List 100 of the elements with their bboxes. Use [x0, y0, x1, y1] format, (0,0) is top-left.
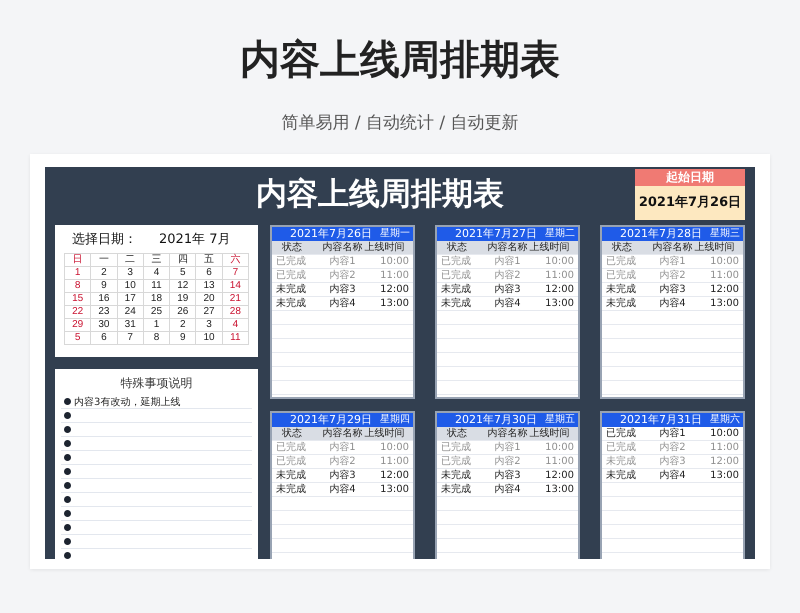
- calendar-day[interactable]: 7: [222, 266, 248, 280]
- status-cell-text: 已完成: [441, 255, 472, 268]
- status-cell-text: 已完成: [276, 255, 307, 268]
- calendar-day[interactable]: 4: [222, 318, 248, 332]
- calendar-day[interactable]: 13: [196, 280, 222, 292]
- calendar-day[interactable]: 1: [143, 318, 170, 332]
- content-cell-text: 内容2: [493, 269, 522, 282]
- calendar-day[interactable]: 6: [90, 332, 118, 344]
- calendar-day[interactable]: 8: [143, 332, 170, 344]
- calendar-day[interactable]: 2: [170, 318, 196, 332]
- content-cell-text: 内容2: [658, 441, 687, 454]
- calendar-day[interactable]: 25: [143, 306, 170, 318]
- bullet-icon: [64, 482, 71, 489]
- calendar-day[interactable]: 6: [196, 266, 222, 280]
- time-cell-text: 10:00: [709, 427, 739, 440]
- time-cell-text: 13:00: [544, 297, 574, 310]
- column-header: 状态: [281, 241, 303, 254]
- status-cell-text: 未完成: [606, 455, 637, 468]
- calendar-day[interactable]: 9: [90, 280, 118, 292]
- calendar-day[interactable]: 18: [143, 292, 170, 306]
- sheet-title: 内容上线周排期表: [255, 175, 505, 214]
- calendar-day[interactable]: 31: [117, 318, 144, 332]
- status-cell-text: 已完成: [276, 441, 307, 454]
- calendar-day[interactable]: 23: [90, 306, 118, 318]
- content-cell-text: 内容3: [658, 283, 687, 296]
- time-cell-text: 12:00: [709, 455, 739, 468]
- day-date: 2021年7月30日: [455, 413, 537, 427]
- content-cell-text: 内容1: [493, 441, 522, 454]
- content-cell-text: 内容3: [328, 283, 357, 296]
- status-cell-text: 已完成: [606, 441, 637, 454]
- status-cell-text: 未完成: [606, 297, 637, 310]
- calendar-day[interactable]: 5: [64, 332, 91, 344]
- calendar-day[interactable]: 8: [64, 280, 91, 292]
- calendar-day[interactable]: 28: [222, 306, 248, 318]
- time-cell-text: 13:00: [544, 483, 574, 496]
- time-cell-text: 13:00: [379, 297, 409, 310]
- day-weekday: 星期四: [380, 413, 410, 427]
- time-cell-text: 11:00: [379, 455, 409, 468]
- calendar-day[interactable]: 16: [90, 292, 118, 306]
- weekday-header: 日: [64, 254, 91, 266]
- status-cell-text: 已完成: [441, 441, 472, 454]
- weekday-header: 二: [117, 254, 144, 266]
- calendar-day[interactable]: 14: [222, 280, 248, 292]
- calendar-day[interactable]: 21: [222, 292, 248, 306]
- calendar-day[interactable]: 29: [64, 318, 91, 332]
- status-cell-text: 未完成: [276, 297, 307, 310]
- time-cell-text: 12:00: [544, 469, 574, 482]
- calendar-day[interactable]: 10: [196, 332, 222, 344]
- status-cell-text: 已完成: [276, 455, 307, 468]
- calendar-day[interactable]: 26: [170, 306, 196, 318]
- column-header: 上线时间: [364, 427, 406, 440]
- calendar-day[interactable]: 15: [64, 292, 91, 306]
- day-date: 2021年7月27日: [455, 227, 537, 241]
- calendar-day[interactable]: 1: [64, 266, 91, 280]
- calendar-day[interactable]: 5: [170, 266, 196, 280]
- calendar-day[interactable]: 11: [222, 332, 248, 344]
- calendar-day[interactable]: 17: [117, 292, 144, 306]
- calendar-day[interactable]: 11: [143, 280, 170, 292]
- calendar-day[interactable]: 20: [196, 292, 222, 306]
- calendar-day[interactable]: 10: [117, 280, 144, 292]
- calendar-day[interactable]: 2: [90, 266, 118, 280]
- calendar-day[interactable]: 7: [117, 332, 144, 344]
- bullet-icon: [64, 538, 71, 545]
- time-cell-text: 11:00: [709, 441, 739, 454]
- content-cell-text: 内容2: [658, 269, 687, 282]
- time-cell-text: 13:00: [709, 297, 739, 310]
- date-picker-month[interactable]: 2021年 7月: [159, 230, 230, 250]
- bullet-icon: [64, 524, 71, 531]
- bullet-icon: [64, 426, 71, 433]
- day-weekday: 星期六: [710, 413, 740, 427]
- calendar-day[interactable]: 12: [170, 280, 196, 292]
- page-subtitle: 简单易用 / 自动统计 / 自动更新: [281, 112, 519, 134]
- status-cell-text: 未完成: [606, 283, 637, 296]
- weekday-header: 一: [90, 254, 118, 266]
- column-header: 内容名称: [321, 427, 364, 440]
- content-cell-text: 内容2: [328, 455, 357, 468]
- calendar-day[interactable]: 24: [117, 306, 144, 318]
- content-cell-text: 内容4: [328, 297, 357, 310]
- calendar-day[interactable]: 27: [196, 306, 222, 318]
- calendar-day[interactable]: 30: [90, 318, 118, 332]
- column-header: 上线时间: [530, 241, 571, 254]
- weekday-header: 五: [196, 254, 222, 266]
- day-weekday: 星期三: [710, 227, 740, 241]
- weekday-header: 三: [143, 254, 170, 266]
- calendar-day[interactable]: 9: [170, 332, 196, 344]
- time-cell-text: 11:00: [379, 269, 409, 282]
- weekday-header: 六: [222, 254, 248, 266]
- calendar-day[interactable]: 3: [117, 266, 144, 280]
- status-cell-text: 已完成: [606, 255, 637, 268]
- column-header: 上线时间: [530, 427, 571, 440]
- calendar-day[interactable]: 3: [196, 318, 222, 332]
- calendar-day[interactable]: 22: [64, 306, 91, 318]
- calendar-day[interactable]: 19: [170, 292, 196, 306]
- day-date: 2021年7月29日: [290, 413, 372, 427]
- status-cell-text: 未完成: [276, 283, 307, 296]
- column-header: 内容名称: [321, 241, 364, 254]
- calendar-day[interactable]: 4: [143, 266, 170, 280]
- status-cell-text: 已完成: [276, 269, 307, 282]
- date-picker-label: 选择日期：: [72, 231, 137, 249]
- status-cell-text: 未完成: [606, 469, 637, 482]
